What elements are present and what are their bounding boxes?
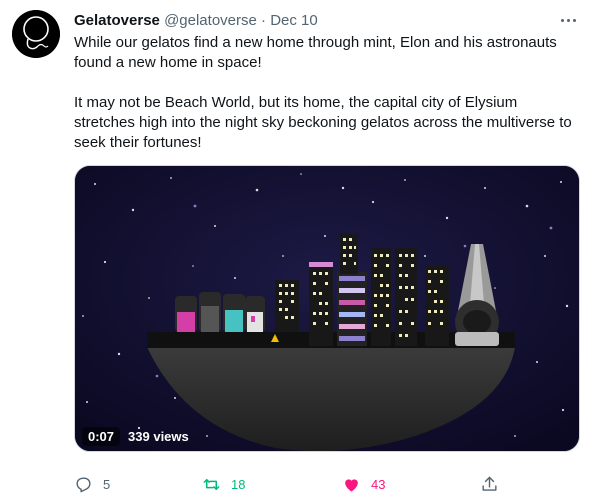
tweet-text: While our gelatos find a new home throug…	[74, 33, 574, 153]
video-frame	[75, 166, 579, 451]
share-button[interactable]	[480, 472, 499, 496]
tweet-paragraph-1: While our gelatos find a new home throug…	[74, 34, 557, 71]
reply-count: 5	[103, 476, 111, 492]
retweet-count: 18	[231, 476, 246, 492]
tweet-actions: 5 18 43	[74, 472, 504, 496]
reply-button[interactable]: 5	[74, 472, 110, 496]
retweet-button[interactable]: 18	[202, 472, 245, 496]
retweet-icon	[203, 478, 220, 490]
tweet-date[interactable]: Dec 10	[270, 12, 318, 29]
like-count: 43	[371, 476, 386, 492]
author-handle[interactable]: @gelatoverse	[164, 12, 257, 29]
tweet[interactable]: Gelatoverse @gelatoverse · Dec 10 While …	[0, 0, 594, 502]
video-player[interactable]	[74, 165, 580, 452]
author-name[interactable]: Gelatoverse	[74, 12, 160, 29]
video-time: 0:07	[82, 426, 121, 446]
reply-icon	[76, 476, 91, 492]
heart-icon	[345, 478, 358, 492]
more-horizontal-icon[interactable]	[556, 10, 580, 30]
share-icon	[482, 476, 497, 491]
like-button[interactable]: 43	[342, 472, 385, 496]
tweet-header: Gelatoverse @gelatoverse · Dec 10	[74, 11, 578, 31]
avatar[interactable]	[12, 10, 60, 58]
video-views: 339 views	[128, 428, 189, 444]
tweet-paragraph-2: It may not be Beach World, but its home,…	[74, 94, 572, 151]
avatar-logo-icon	[12, 10, 60, 58]
separator: ·	[261, 12, 267, 29]
video-overlay: 0:07 339 views	[82, 425, 189, 447]
